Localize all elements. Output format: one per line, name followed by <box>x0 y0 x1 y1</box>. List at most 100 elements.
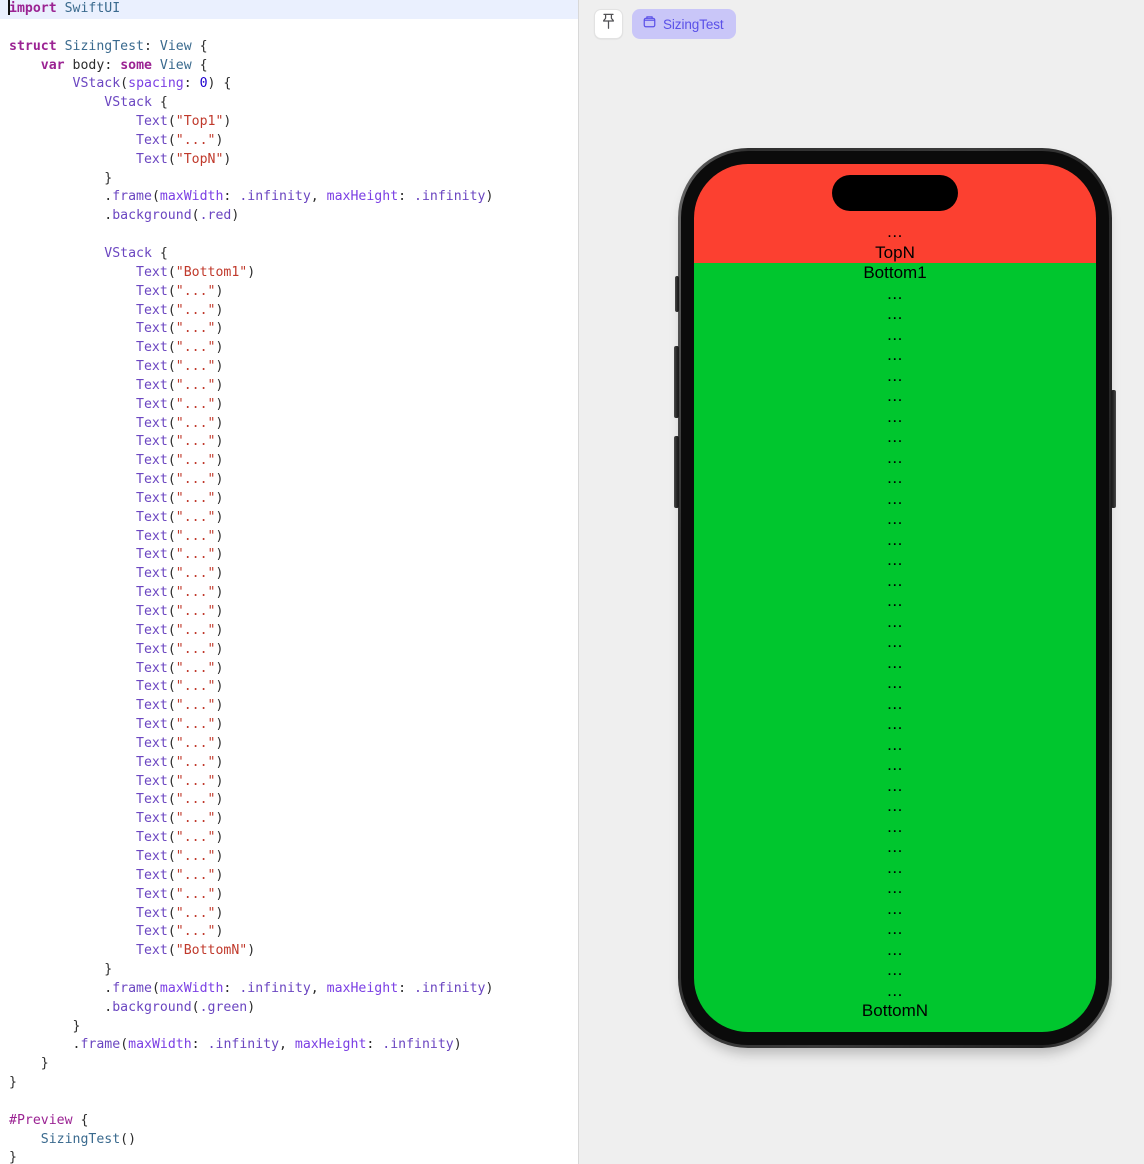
code-line[interactable]: #Preview { <box>0 1112 578 1131</box>
code-line[interactable]: SizingTest() <box>0 1131 578 1150</box>
code-line[interactable]: } <box>0 1149 578 1164</box>
code-line[interactable]: VStack { <box>0 94 578 113</box>
code-line[interactable]: } <box>0 961 578 980</box>
code-line[interactable]: Text("...") <box>0 471 578 490</box>
code-token: ) <box>215 830 224 846</box>
device-preview[interactable]: ... TopN Bottom1.........................… <box>674 148 1116 1054</box>
silent-switch-button[interactable] <box>675 276 679 312</box>
code-line[interactable]: Text("...") <box>0 848 578 867</box>
code-line[interactable]: } <box>0 1074 578 1093</box>
code-token: Text <box>136 396 168 412</box>
code-line[interactable]: Text("...") <box>0 735 578 754</box>
code-token: } <box>72 1018 81 1034</box>
code-line[interactable]: Text("...") <box>0 546 578 565</box>
code-line[interactable]: Text("...") <box>0 773 578 792</box>
power-button[interactable] <box>1111 390 1116 508</box>
code-token: Text <box>136 754 168 770</box>
code-line[interactable]: Text("...") <box>0 339 578 358</box>
code-line[interactable]: Text("...") <box>0 791 578 810</box>
code-token: "..." <box>175 509 216 525</box>
code-line[interactable]: Text("...") <box>0 678 578 697</box>
code-line[interactable]: Text("Top1") <box>0 113 578 132</box>
code-token: ) <box>485 189 494 205</box>
code-line[interactable]: VStack { <box>0 245 578 264</box>
code-line[interactable]: Text("...") <box>0 603 578 622</box>
code-line[interactable]: Text("BottomN") <box>0 942 578 961</box>
code-token: VStack <box>104 245 152 261</box>
code-line[interactable]: Text("...") <box>0 358 578 377</box>
volume-up-button[interactable] <box>674 346 679 418</box>
code-line[interactable]: Text("...") <box>0 509 578 528</box>
code-token: ( <box>167 848 176 864</box>
code-line[interactable]: .background(.green) <box>0 999 578 1018</box>
code-line[interactable]: struct SizingTest: View { <box>0 38 578 57</box>
code-token: ) <box>247 943 256 959</box>
code-line[interactable]: Text("...") <box>0 565 578 584</box>
pane-divider[interactable] <box>578 0 579 1164</box>
code-line[interactable]: .frame(maxWidth: .infinity, maxHeight: .… <box>0 1036 578 1055</box>
code-line[interactable]: Text("Bottom1") <box>0 264 578 283</box>
code-token: Text <box>136 302 168 318</box>
code-line[interactable]: Text("...") <box>0 923 578 942</box>
code-line[interactable]: Text("...") <box>0 396 578 415</box>
code-line[interactable]: VStack(spacing: 0) { <box>0 75 578 94</box>
preview-scheme-chip[interactable]: SizingTest <box>632 9 736 39</box>
code-line[interactable]: Text("...") <box>0 660 578 679</box>
code-line[interactable]: .frame(maxWidth: .infinity, maxHeight: .… <box>0 188 578 207</box>
code-line[interactable]: Text("TopN") <box>0 151 578 170</box>
preview-canvas-pane: SizingTest ... TopN Bottom1..............… <box>578 0 1144 1164</box>
code-line[interactable]: Text("...") <box>0 320 578 339</box>
code-line[interactable]: Text("...") <box>0 132 578 151</box>
code-line[interactable]: Text("...") <box>0 829 578 848</box>
code-line[interactable]: Text("...") <box>0 490 578 509</box>
code-line[interactable]: Text("...") <box>0 452 578 471</box>
code-line[interactable]: Text("...") <box>0 302 578 321</box>
code-line[interactable]: Text("...") <box>0 283 578 302</box>
code-line[interactable]: Text("...") <box>0 905 578 924</box>
code-line[interactable]: Text("...") <box>0 697 578 716</box>
code-line[interactable]: Text("...") <box>0 716 578 735</box>
code-token: ( <box>167 264 176 280</box>
code-line[interactable]: Text("...") <box>0 810 578 829</box>
code-line[interactable]: Text("...") <box>0 377 578 396</box>
code-line[interactable]: Text("...") <box>0 433 578 452</box>
code-line[interactable] <box>0 1093 578 1112</box>
code-line[interactable]: var body: some View { <box>0 57 578 76</box>
code-line[interactable] <box>0 226 578 245</box>
code-line[interactable] <box>0 19 578 38</box>
code-line[interactable]: .background(.red) <box>0 207 578 226</box>
code-line[interactable]: Text("...") <box>0 584 578 603</box>
code-line[interactable]: import SwiftUI <box>0 0 578 19</box>
code-token: ( <box>191 999 200 1015</box>
code-token: "..." <box>175 848 216 864</box>
swift-source-code[interactable]: import SwiftUI struct SizingTest: View {… <box>0 0 578 1164</box>
code-line[interactable]: .frame(maxWidth: .infinity, maxHeight: .… <box>0 980 578 999</box>
code-line[interactable]: Text("...") <box>0 886 578 905</box>
device-screen[interactable]: ... TopN Bottom1.........................… <box>694 164 1096 1032</box>
code-token: "..." <box>175 302 216 318</box>
volume-down-button[interactable] <box>674 436 679 508</box>
code-line[interactable]: Text("...") <box>0 622 578 641</box>
preview-text-dots: ... <box>887 427 903 446</box>
code-token: "..." <box>175 396 216 412</box>
code-token: ( <box>167 359 176 375</box>
code-line[interactable]: Text("...") <box>0 528 578 547</box>
source-editor-pane[interactable]: import SwiftUI struct SizingTest: View {… <box>0 0 578 1164</box>
code-line[interactable]: } <box>0 1018 578 1037</box>
code-line[interactable]: } <box>0 1055 578 1074</box>
code-line[interactable]: Text("...") <box>0 415 578 434</box>
code-token: : <box>366 1037 383 1053</box>
code-line[interactable]: Text("...") <box>0 641 578 660</box>
code-line[interactable]: Text("...") <box>0 754 578 773</box>
code-line[interactable]: Text("...") <box>0 867 578 886</box>
code-token: Text <box>136 848 168 864</box>
code-line[interactable]: } <box>0 170 578 189</box>
pin-preview-button[interactable] <box>594 9 623 39</box>
code-token: View <box>159 38 192 54</box>
code-token: Text <box>136 830 168 846</box>
